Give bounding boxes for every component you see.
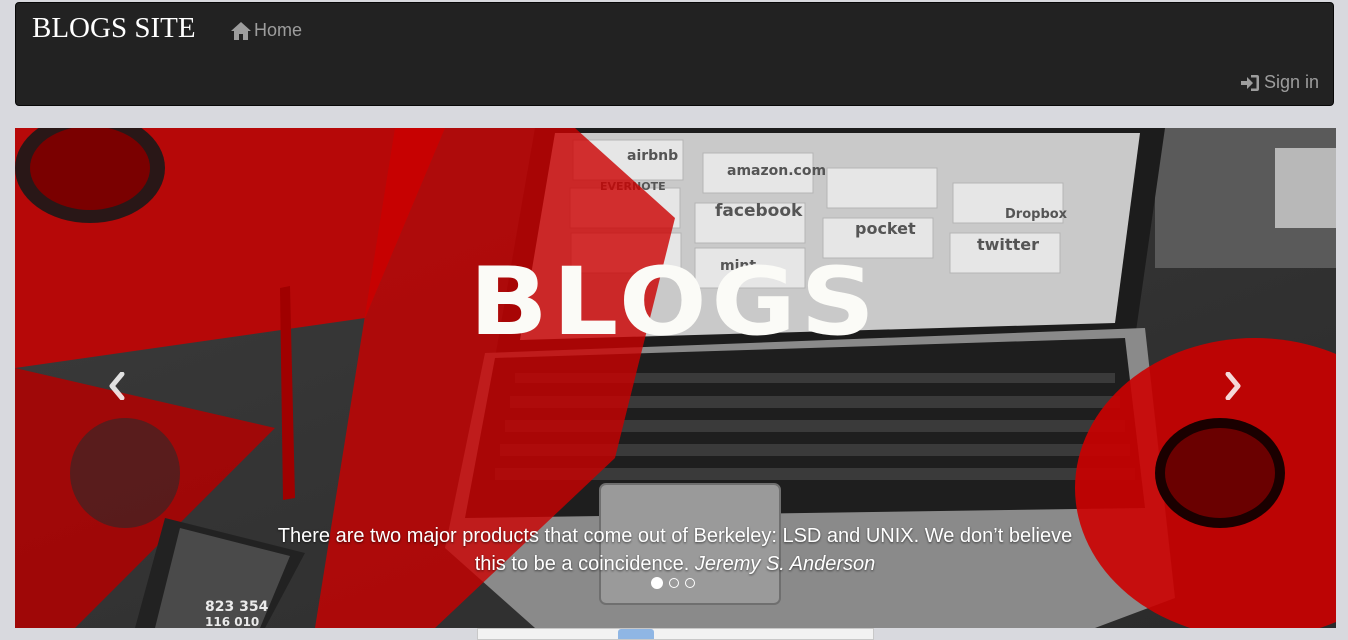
chevron-right-icon: [1222, 371, 1244, 405]
phone-number-1: 823 354: [205, 599, 269, 615]
content-panel: [477, 628, 874, 640]
app-label-dropbox: Dropbox: [1005, 207, 1068, 222]
log-in-icon: [1240, 74, 1260, 92]
carousel-caption: There are two major products that come o…: [275, 522, 1075, 578]
phone-number-2: 116 010: [205, 615, 259, 628]
home-icon: [231, 21, 251, 40]
carousel-next-button[interactable]: [1203, 358, 1263, 418]
caption-quote: There are two major products that come o…: [277, 525, 1073, 575]
app-label-facebook: facebook: [715, 201, 803, 221]
brand-link[interactable]: BLOGS SITE: [32, 12, 196, 45]
carousel-indicator-1[interactable]: [651, 577, 663, 589]
hero-carousel: airbnb amazon.com EVERNOTE facebook Drop…: [15, 128, 1336, 628]
app-label-pocket: pocket: [855, 219, 916, 238]
carousel-indicator-3[interactable]: [685, 578, 695, 588]
carousel-indicators: [651, 577, 695, 589]
content-tab[interactable]: [618, 629, 654, 639]
caption-author: Jeremy S. Anderson: [694, 553, 876, 575]
nav-home-label: Home: [254, 20, 303, 40]
app-label-amazon: amazon.com: [727, 163, 826, 179]
chevron-left-icon: [106, 371, 128, 405]
sign-in-label: Sign in: [1263, 72, 1319, 92]
sign-in-link[interactable]: Sign in: [1240, 72, 1319, 93]
app-label-twitter: twitter: [977, 235, 1039, 254]
carousel-prev-button[interactable]: [87, 358, 147, 418]
top-navbar: BLOGS SITE Home Sign in: [15, 2, 1334, 106]
carousel-indicator-2[interactable]: [669, 578, 679, 588]
app-label-airbnb: airbnb: [627, 148, 678, 164]
nav-home-link[interactable]: Home: [231, 20, 302, 41]
hero-title: BLOGS: [469, 248, 880, 357]
